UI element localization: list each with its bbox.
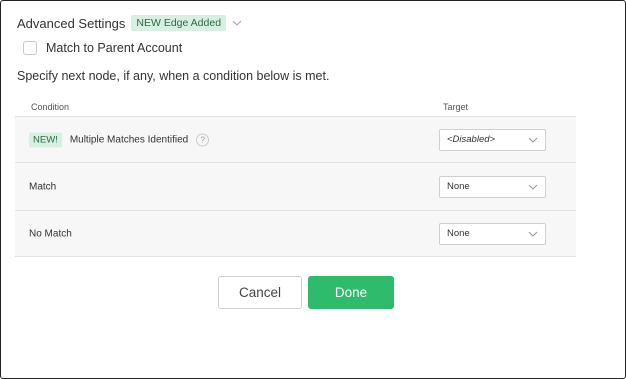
condition-label: Multiple Matches Identified xyxy=(69,134,189,145)
match-parent-label: Match to Parent Account xyxy=(46,41,183,55)
target-select-value: None xyxy=(447,228,470,239)
condition-cell: NEW! Multiple Matches Identified ? xyxy=(29,132,210,147)
target-column-header: Target xyxy=(443,102,469,112)
match-parent-option[interactable]: Match to Parent Account xyxy=(23,41,182,55)
target-select-value: <Disabled> xyxy=(447,134,496,145)
target-select[interactable]: None xyxy=(439,175,546,198)
condition-cell: No Match xyxy=(29,228,72,239)
table-row: NEW! Multiple Matches Identified ? <Disa… xyxy=(15,117,576,163)
done-button[interactable]: Done xyxy=(308,276,394,309)
advanced-settings-title: Advanced Settings xyxy=(17,15,126,31)
target-select[interactable]: None xyxy=(439,222,546,245)
chevron-down-icon xyxy=(528,231,538,237)
target-select-value: None xyxy=(447,181,470,192)
table-row: No Match None xyxy=(15,211,576,257)
instruction-text: Specify next node, if any, when a condit… xyxy=(17,69,330,83)
new-badge: NEW! xyxy=(29,132,62,147)
chevron-down-icon xyxy=(528,137,538,143)
advanced-settings-dialog: Advanced Settings NEW Edge Added Match t… xyxy=(0,0,626,379)
chevron-down-icon[interactable] xyxy=(232,18,242,28)
advanced-settings-header[interactable]: Advanced Settings NEW Edge Added xyxy=(17,15,242,31)
cancel-button[interactable]: Cancel xyxy=(218,276,302,309)
table-header: Condition Target xyxy=(15,97,576,117)
condition-label: No Match xyxy=(29,228,72,239)
match-parent-checkbox[interactable] xyxy=(23,41,37,55)
conditions-table: Condition Target NEW! Multiple Matches I… xyxy=(15,97,576,257)
condition-cell: Match xyxy=(29,181,56,192)
condition-label: Match xyxy=(29,181,57,192)
chevron-down-icon xyxy=(528,184,538,190)
table-row: Match None xyxy=(15,163,576,211)
target-select[interactable]: <Disabled> xyxy=(439,128,546,151)
condition-column-header: Condition xyxy=(31,102,70,112)
help-icon[interactable]: ? xyxy=(196,133,210,146)
new-edge-badge: NEW Edge Added xyxy=(131,15,227,31)
